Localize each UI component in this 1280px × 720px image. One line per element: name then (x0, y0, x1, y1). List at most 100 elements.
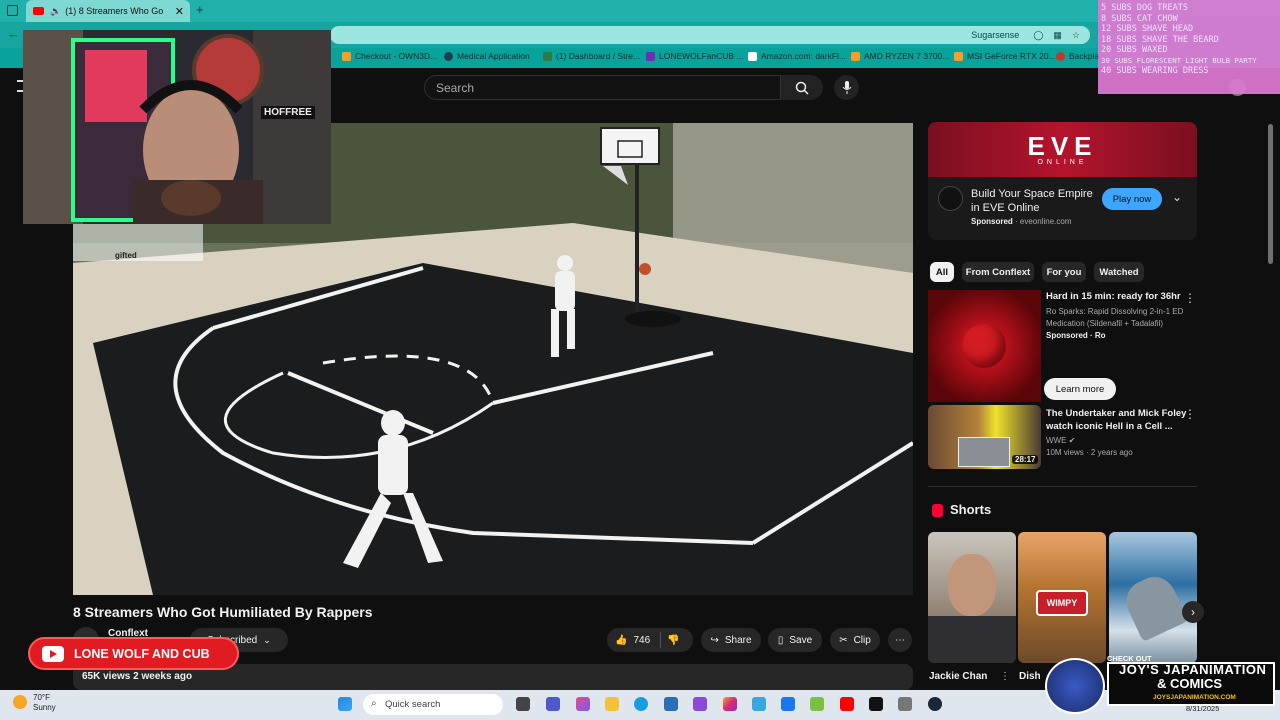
learn-more-button[interactable]: Learn more (1044, 378, 1116, 400)
netflix-icon[interactable] (869, 697, 883, 711)
wwe-thumbnail[interactable]: 28:17 (928, 405, 1041, 469)
short-thumbnail[interactable] (928, 532, 1016, 663)
teams-icon[interactable] (546, 697, 560, 711)
goal-item: 40 SUBS WEARING DRESS (1101, 66, 1209, 76)
facebook-icon[interactable] (781, 697, 795, 711)
save-button[interactable]: ▯ Save (768, 628, 822, 652)
ad-card[interactable]: EVE ONLINE Build Your Space Empire in EV… (928, 122, 1197, 240)
share-button[interactable]: ↪ Share (701, 628, 761, 652)
search-button[interactable] (781, 75, 823, 100)
app-icon[interactable] (693, 697, 707, 711)
more-vertical-icon[interactable]: ⋮ (1000, 671, 1010, 682)
weather-sun-icon[interactable] (13, 695, 27, 709)
bookmark-icon: ▯ (777, 634, 784, 646)
lone-wolf-banner: LONE WOLF AND CUB (28, 637, 239, 670)
bookmark-favicon-icon (954, 51, 963, 61)
shorts-icon (932, 504, 943, 517)
app-icon[interactable] (752, 697, 766, 711)
more-vertical-icon[interactable]: ⋮ (1184, 291, 1196, 305)
scrollbar[interactable] (1268, 124, 1273, 264)
rec-title[interactable]: Hard in 15 min: ready for 36hr (1046, 290, 1181, 303)
steam-icon[interactable] (928, 697, 942, 711)
lone-wolf-text: LONE WOLF AND CUB (74, 646, 210, 661)
divider (928, 486, 1197, 487)
copilot-icon[interactable] (576, 697, 590, 711)
thumbs-up-icon[interactable]: 👍 (615, 635, 627, 646)
rec-meta: WWE ✔ 10M views · 2 years ago (1046, 436, 1133, 457)
speaker-icon[interactable]: 🔈 (50, 6, 61, 17)
chip-watched[interactable]: Watched (1094, 262, 1144, 282)
url-field[interactable]: Sugarsense ◯ ▦ ☆ (330, 26, 1090, 44)
extension-icon[interactable]: ▦ (1053, 30, 1062, 41)
bookmark-item[interactable]: Checkout - OWN3D... (342, 51, 437, 61)
chip-all[interactable]: All (930, 262, 954, 282)
bookmark-item[interactable]: MSI GeForce RTX 20... (954, 51, 1056, 61)
rec-title[interactable]: The Undertaker and Mick Foley watch icon… (1046, 407, 1186, 433)
microphone-icon (842, 80, 851, 94)
edge-icon[interactable] (634, 697, 648, 711)
sponsored-thumbnail[interactable] (928, 290, 1041, 402)
new-tab-icon[interactable]: + (196, 2, 204, 17)
instagram-icon[interactable] (723, 697, 737, 711)
like-count[interactable]: 746 (633, 635, 650, 646)
youtube-icon[interactable] (840, 697, 854, 711)
inset-image (958, 437, 1010, 467)
chip-for-you[interactable]: For you (1042, 262, 1086, 282)
tab-close-icon[interactable]: ✕ (175, 5, 184, 18)
taskbar-search-input[interactable]: ⌕ Quick search (363, 694, 503, 715)
youtube-favicon-icon (33, 7, 44, 15)
store-icon[interactable] (664, 697, 678, 711)
duration-badge: 28:17 (1012, 455, 1039, 464)
more-horizontal-icon: ⋯ (895, 634, 905, 646)
channel-name[interactable]: WWE (1046, 436, 1066, 445)
bookmark-favicon-icon (646, 51, 655, 61)
short-title[interactable]: Jackie Chan (929, 670, 987, 683)
chip-from-conflext[interactable]: From Conflext (962, 262, 1034, 282)
more-vertical-icon[interactable]: ⋮ (1184, 407, 1196, 421)
voice-search-button[interactable] (834, 75, 859, 100)
eve-logo: EVE (1027, 131, 1098, 161)
bookmark-item[interactable]: LONEWOLFanCUB ... (646, 51, 744, 61)
browser-tab[interactable]: 🔈 (1) 8 Streamers Who Got Hu ✕ (26, 0, 190, 22)
file-explorer-icon[interactable] (605, 697, 619, 711)
play-now-button[interactable]: Play now (1102, 188, 1162, 210)
clip-button[interactable]: ✂ Clip (830, 628, 880, 652)
app-icon[interactable] (810, 697, 824, 711)
task-view-icon[interactable] (516, 697, 530, 711)
views-and-date: 65K views 2 weeks ago (82, 671, 193, 682)
app-icon[interactable] (898, 697, 912, 711)
goal-item: 5 SUBS DOG TREATS (1101, 3, 1188, 13)
back-arrow-icon[interactable]: ← (7, 26, 20, 41)
share-icon: ↪ (710, 634, 719, 646)
ad-banner[interactable]: EVE ONLINE (928, 122, 1197, 177)
scissors-icon: ✂ (839, 634, 848, 646)
short-title[interactable]: Dish (1019, 670, 1041, 683)
read-aloud-icon[interactable]: ◯ (1033, 30, 1043, 41)
weather-widget[interactable]: 70°F Sunny (33, 693, 56, 713)
short-thumbnail[interactable] (1109, 532, 1197, 663)
next-arrow-icon[interactable]: › (1182, 601, 1204, 623)
bookmark-item[interactable]: Amazon.com: darkFl... (748, 51, 846, 61)
joys-title: JOY'S JAPANIMATION (1119, 662, 1267, 677)
tab-actions-icon[interactable] (7, 5, 18, 16)
more-actions-button[interactable]: ⋯ (888, 628, 912, 652)
bookmark-favicon-icon (543, 51, 552, 61)
chevron-down-icon[interactable]: ⌄ (1172, 190, 1182, 204)
video-title: 8 Streamers Who Got Humiliated By Rapper… (73, 604, 373, 620)
start-windows-icon[interactable] (338, 697, 352, 711)
bookmark-item[interactable]: AMD RYZEN 7 3700... (851, 51, 949, 61)
favorite-star-icon[interactable]: ☆ (1072, 30, 1080, 41)
webcam-sign: HOFFREE (261, 106, 315, 119)
browser-tab-strip (0, 0, 1280, 22)
chevron-down-icon: ⌄ (263, 634, 271, 645)
bookmark-favicon-icon (342, 51, 351, 61)
search-icon (795, 81, 809, 95)
shorts-heading: Shorts (950, 502, 992, 517)
bookmark-item[interactable]: Medical Application (444, 51, 530, 61)
thumbs-down-icon[interactable]: 👎 (667, 635, 679, 646)
verified-check-icon: ✔ (1068, 436, 1076, 445)
youtube-play-icon (42, 645, 64, 662)
bookmark-item[interactable]: (1) Dashboard / Stre... (543, 51, 640, 61)
short-thumbnail[interactable]: WIMPY (1018, 532, 1106, 663)
search-input[interactable]: Search (424, 75, 781, 100)
